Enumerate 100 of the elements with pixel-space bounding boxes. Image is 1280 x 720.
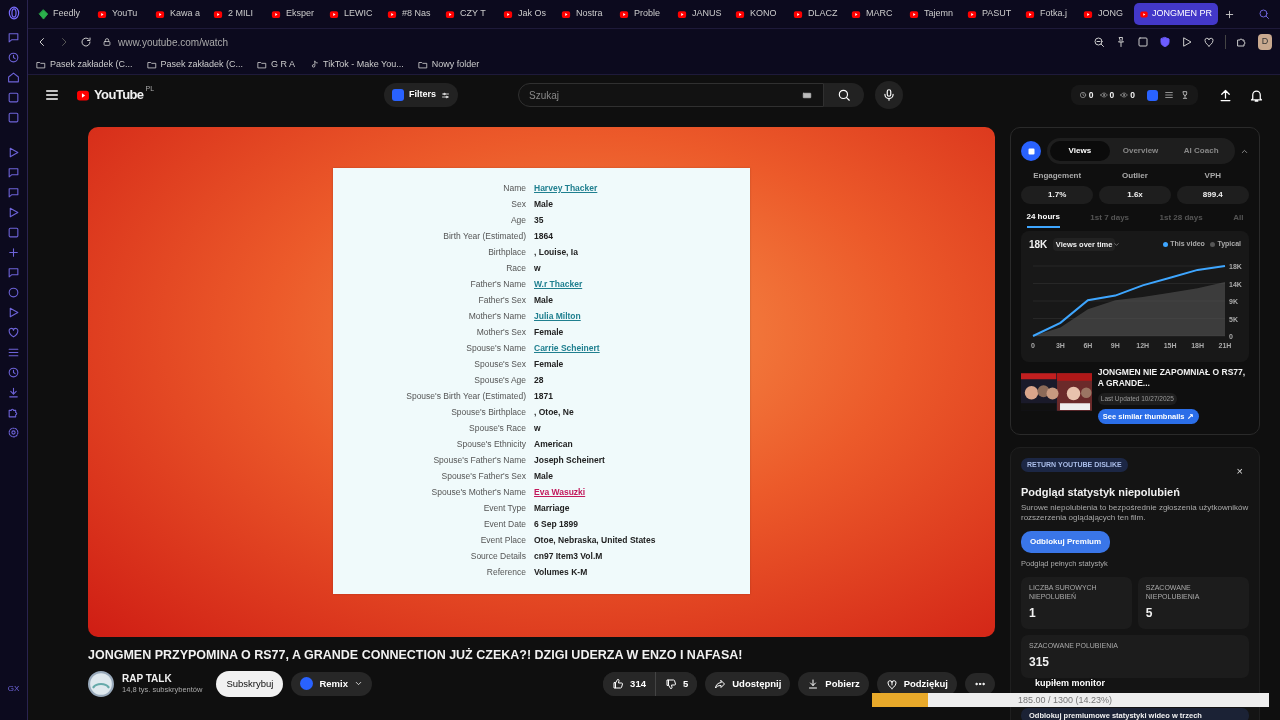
eye-icon xyxy=(1099,91,1108,99)
browser-tab[interactable]: #8 Nas xyxy=(380,3,438,25)
video-player[interactable] xyxy=(88,127,995,637)
home-icon[interactable] xyxy=(7,71,20,84)
share-button[interactable]: Udostępnij xyxy=(705,671,791,696)
play-icon[interactable] xyxy=(1181,36,1193,48)
browser-tab[interactable]: JONG xyxy=(1076,3,1134,25)
record-link[interactable]: W.r Thacker xyxy=(534,277,583,291)
search-bar[interactable]: Szukaj xyxy=(518,83,825,107)
field-label: Spouse's Sex xyxy=(473,357,527,371)
new-tab-icon[interactable] xyxy=(1224,8,1235,20)
field-value: Marriage xyxy=(534,501,570,515)
browser-tab[interactable]: Kawa a xyxy=(148,3,206,25)
channel-name[interactable]: RAP TALK xyxy=(122,673,203,686)
bookmark[interactable]: Pasek zakładek (C... xyxy=(36,57,133,72)
channel-avatar[interactable] xyxy=(88,670,114,697)
zoom-icon[interactable] xyxy=(1093,36,1105,48)
dislike-button[interactable]: 5 xyxy=(654,671,698,696)
browser-tab[interactable]: MARC xyxy=(844,3,902,25)
list-icon[interactable] xyxy=(1164,90,1174,100)
field-label: Spouse's Mother's Name xyxy=(430,485,527,499)
download-button[interactable]: Pobierz xyxy=(798,671,869,696)
browser-tab[interactable]: 2 MILI xyxy=(206,3,264,25)
settings-icon[interactable] xyxy=(7,426,20,439)
field-value: cn97 Item3 Vol.M xyxy=(534,549,603,563)
field-value: Male xyxy=(534,293,553,307)
youtube-icon xyxy=(1140,9,1148,19)
like-icon xyxy=(612,677,625,690)
search-icon[interactable] xyxy=(1258,8,1270,20)
download-icon[interactable] xyxy=(7,386,20,399)
youtube-icon xyxy=(154,9,166,19)
browser-tab[interactable]: JANUS xyxy=(670,3,728,25)
record-link[interactable]: Carrie Scheinert xyxy=(534,341,600,355)
field-value: Male xyxy=(534,469,553,483)
field-label: Birth Year (Estimated) xyxy=(442,229,527,243)
keyboard-icon[interactable] xyxy=(801,90,814,100)
browser-tab[interactable]: Proble xyxy=(612,3,670,25)
related-video-title[interactable]: JONGMEN NIE ZAPOMNIAŁ O RS77, A GRANDE... xyxy=(1097,367,1249,390)
record-link[interactable]: Julia Milton xyxy=(534,309,581,323)
bookmark[interactable]: TikTok - Make You... xyxy=(309,57,404,72)
bookmark[interactable]: Pasek zakładek (C... xyxy=(146,57,244,72)
extensions-icon[interactable] xyxy=(7,406,20,419)
field-label: Mother's Sex xyxy=(475,325,527,339)
subscribe-button[interactable]: Subskrybuj xyxy=(216,670,284,697)
bookmark[interactable]: G R A xyxy=(257,57,296,72)
close-button[interactable]: × xyxy=(1230,461,1249,481)
remix-button[interactable]: Remix xyxy=(291,671,372,696)
browser-tab[interactable]: LEWIC xyxy=(322,3,380,25)
bookmark-label: Pasek zakładek (C... xyxy=(50,57,133,71)
analytics-tab[interactable]: AI Coach xyxy=(1170,141,1232,161)
history-icon[interactable] xyxy=(7,366,20,379)
voice-search-button[interactable] xyxy=(875,81,904,109)
profile-avatar[interactable]: D xyxy=(1258,34,1272,50)
field-label: Father's Name xyxy=(469,277,527,291)
extensions-icon[interactable] xyxy=(1236,36,1248,48)
browser-tab[interactable]: YouTu xyxy=(90,3,148,25)
browser-tab[interactable]: Jak Os xyxy=(496,3,554,25)
field-label: Father's Sex xyxy=(477,293,527,307)
browser-tab[interactable]: Tajemn xyxy=(902,3,960,25)
heart-icon[interactable] xyxy=(7,326,20,339)
record-link[interactable]: Harvey Thacker xyxy=(534,181,598,195)
record-link[interactable]: Eva Wasuzki xyxy=(534,485,586,499)
browser-tab[interactable]: JONGMEN PR xyxy=(1134,3,1218,25)
filters-button[interactable]: Filters xyxy=(384,83,459,107)
browser-tab[interactable]: PASUT xyxy=(960,3,1018,25)
trophy-icon[interactable] xyxy=(1180,90,1190,100)
browser-tab[interactable]: KONO xyxy=(728,3,786,25)
notifications-icon[interactable] xyxy=(1249,87,1264,103)
counter-value: 0 xyxy=(1109,88,1115,102)
browser-tab[interactable]: Nostra xyxy=(554,3,612,25)
bookmark[interactable]: Nowy folder xyxy=(417,57,480,72)
field-value: 6 Sep 1899 xyxy=(534,517,578,531)
tabs-icon[interactable] xyxy=(7,346,20,359)
shield-icon[interactable] xyxy=(1159,36,1171,48)
reload-icon[interactable] xyxy=(80,36,92,48)
opera-logo[interactable] xyxy=(6,6,21,20)
period-tab[interactable]: 24 hours xyxy=(1026,209,1060,228)
field-value: American xyxy=(534,437,573,451)
browser-tab[interactable]: Fotka.j xyxy=(1018,3,1076,25)
upload-icon[interactable] xyxy=(1218,87,1233,103)
unlock-premium-button[interactable]: Odblokuj Premium xyxy=(1021,530,1111,553)
search-field[interactable]: Szukaj xyxy=(529,84,802,106)
browser-tab[interactable]: Feedly xyxy=(32,3,90,25)
youtube-logo-icon[interactable] xyxy=(74,88,92,102)
browser-tab[interactable]: DLACZ xyxy=(786,3,844,25)
menu-icon[interactable] xyxy=(44,87,60,103)
pin-icon[interactable] xyxy=(1115,36,1127,48)
youtube-icon xyxy=(444,9,456,19)
logo-text[interactable]: YouTube xyxy=(94,85,144,105)
sliders-icon xyxy=(441,90,451,100)
more-button[interactable] xyxy=(965,672,995,695)
address-field[interactable]: www.youtube.com/watch xyxy=(118,34,1083,50)
browser-tab[interactable]: CZY T xyxy=(438,3,496,25)
search-button[interactable] xyxy=(824,83,865,107)
browser-tab[interactable]: Eksper xyxy=(264,3,322,25)
youtube-icon xyxy=(328,9,340,19)
analytics-tab[interactable]: Views xyxy=(1049,141,1111,161)
metric-label: Engagement xyxy=(1032,169,1083,182)
analytics-tab[interactable]: Overview xyxy=(1110,141,1171,161)
gx-label[interactable]: GX xyxy=(7,683,20,695)
